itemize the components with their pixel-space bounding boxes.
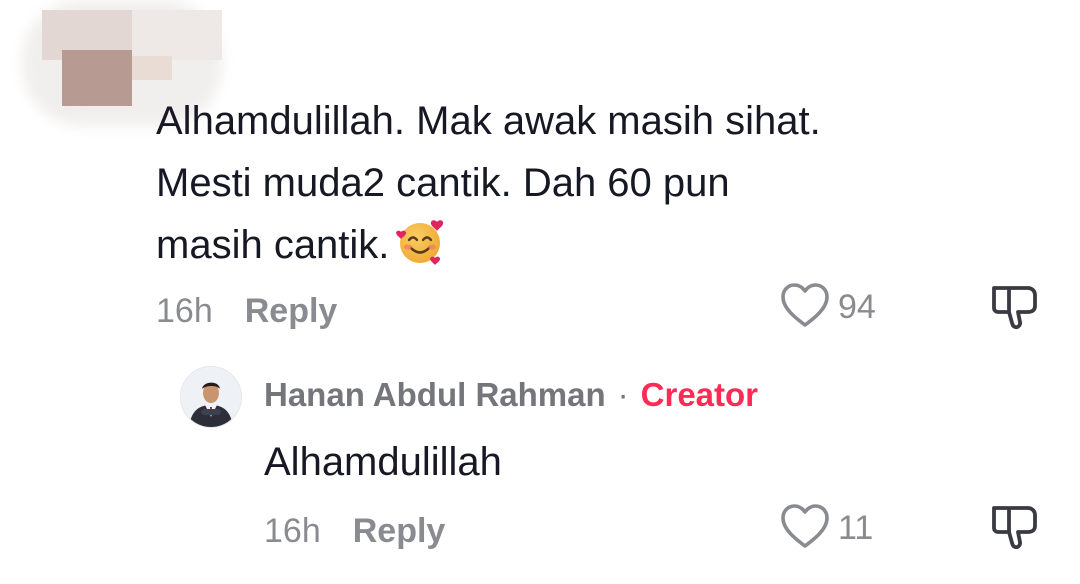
thumbs-down-icon <box>990 286 1040 336</box>
comment-line: Mesti muda2 cantik. Dah 60 pun <box>156 161 730 205</box>
reply-like-button[interactable]: 11 <box>778 501 873 556</box>
comment-like-count: 94 <box>838 288 876 326</box>
reply-like-count: 11 <box>838 509 874 547</box>
comment-timestamp: 16h <box>156 292 213 330</box>
separator-dot: · <box>617 376 629 413</box>
comment-like-button[interactable]: 94 <box>778 280 876 335</box>
comment-dislike-button[interactable] <box>990 282 1040 337</box>
reply-author-avatar[interactable] <box>180 366 242 428</box>
comment-line: masih cantik. <box>156 214 936 286</box>
reply-timestamp: 16h <box>264 512 321 550</box>
reply-dislike-button[interactable] <box>990 502 1040 557</box>
comment-text: Alhamdulillah. Mak awak masih sihat. Mes… <box>156 90 936 286</box>
heart-outline-icon <box>778 280 832 335</box>
heart-outline-icon <box>778 501 832 556</box>
reply-meta: 16h Reply <box>264 512 445 551</box>
comment-line-text: masih cantik. <box>156 223 390 267</box>
reply-header: Hanan Abdul Rahman · Creator <box>264 376 758 414</box>
comment-line: Alhamdulillah. Mak awak masih sihat. <box>156 99 821 143</box>
comment-reply-button[interactable]: Reply <box>245 292 338 331</box>
reply-author-name[interactable]: Hanan Abdul Rahman <box>264 376 606 414</box>
comment-meta: 16h Reply <box>156 292 337 331</box>
smiling-face-with-hearts-icon <box>395 216 447 286</box>
reply-reply-button[interactable]: Reply <box>353 512 446 551</box>
thumbs-down-icon <box>990 506 1040 556</box>
reply-text: Alhamdulillah <box>264 440 502 484</box>
creator-badge: Creator <box>640 376 759 413</box>
